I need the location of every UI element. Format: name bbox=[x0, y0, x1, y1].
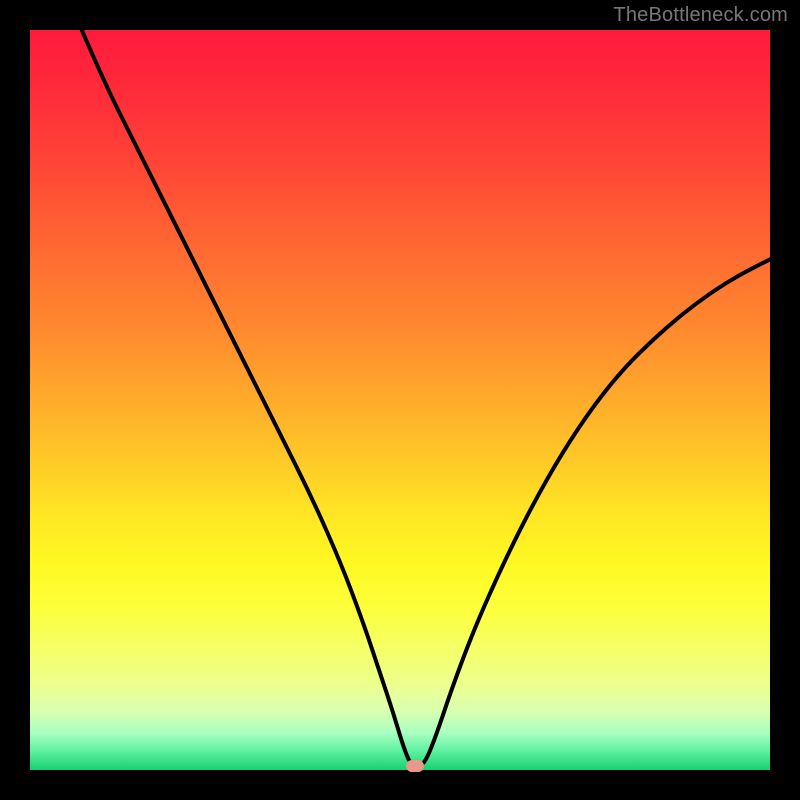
curve-path bbox=[82, 30, 770, 766]
plot-area bbox=[30, 30, 770, 770]
chart-frame: TheBottleneck.com bbox=[0, 0, 800, 800]
watermark-text: TheBottleneck.com bbox=[613, 4, 788, 27]
minimum-marker bbox=[406, 760, 424, 772]
bottleneck-curve bbox=[30, 30, 770, 770]
